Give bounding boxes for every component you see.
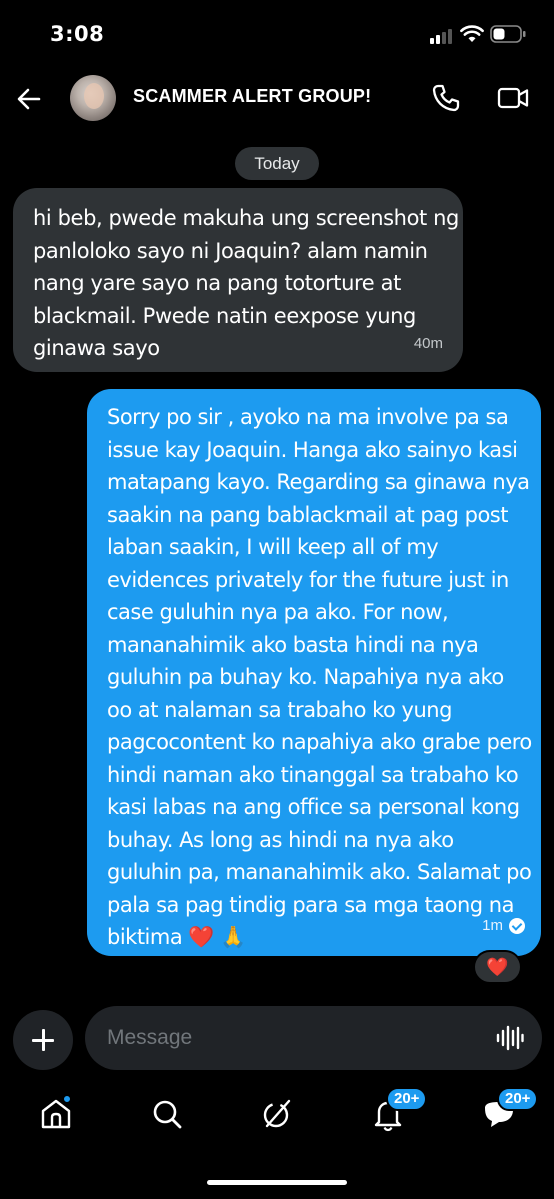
grok-icon (263, 1099, 291, 1128)
bottom-navigation: 20+ 20+ (0, 1080, 554, 1150)
message-timestamp: 40m (413, 334, 443, 352)
arrow-left-icon[interactable] (12, 82, 46, 116)
battery-icon (490, 25, 526, 43)
wifi-icon (460, 25, 484, 42)
message-text: Sorry po sir , ayoko na ma involve pa sa… (107, 401, 533, 954)
nav-home[interactable] (38, 1094, 74, 1132)
voice-wave-icon[interactable] (496, 1025, 524, 1051)
message-composer (85, 1006, 542, 1070)
outgoing-message-bubble[interactable]: Sorry po sir , ayoko na ma involve pa sa… (87, 389, 541, 956)
group-avatar[interactable] (70, 75, 116, 121)
plus-icon[interactable] (13, 1010, 73, 1070)
message-emoji: ❤️ 🙏 (188, 925, 246, 949)
notifications-badge: 20+ (386, 1087, 428, 1111)
date-separator: Today (235, 147, 319, 180)
status-bar: 3:08 (0, 0, 554, 70)
message-reaction[interactable]: ❤️ (473, 950, 522, 984)
message-timestamp: 1m (482, 916, 503, 934)
cellular-signal-icon (430, 28, 456, 44)
home-notification-dot (62, 1094, 72, 1104)
message-text: hi beb, pwede makuha ung screenshot ng p… (33, 206, 459, 360)
video-camera-icon[interactable] (496, 82, 530, 114)
nav-grok[interactable] (259, 1096, 295, 1132)
messages-badge: 20+ (497, 1087, 539, 1111)
home-indicator[interactable] (207, 1180, 347, 1185)
message-input[interactable] (107, 1006, 467, 1070)
status-time: 3:08 (50, 22, 105, 46)
nav-notifications[interactable]: 20+ (370, 1087, 428, 1132)
message-meta: 1m (482, 910, 525, 943)
search-icon (153, 1100, 182, 1129)
nav-search[interactable] (149, 1096, 185, 1132)
incoming-message-bubble[interactable]: hi beb, pwede makuha ung screenshot ng p… (13, 188, 463, 372)
message-body: Sorry po sir , ayoko na ma involve pa sa… (107, 405, 532, 949)
nav-messages[interactable]: 20+ (481, 1087, 539, 1132)
check-circle-icon (509, 917, 525, 934)
chat-screen: 3:08 SCAMMER ALERT GROUP! Today hi beb, … (0, 0, 554, 1199)
phone-icon[interactable] (430, 82, 462, 114)
chat-header: SCAMMER ALERT GROUP! (0, 70, 554, 130)
conversation-title[interactable]: SCAMMER ALERT GROUP! (133, 86, 371, 107)
